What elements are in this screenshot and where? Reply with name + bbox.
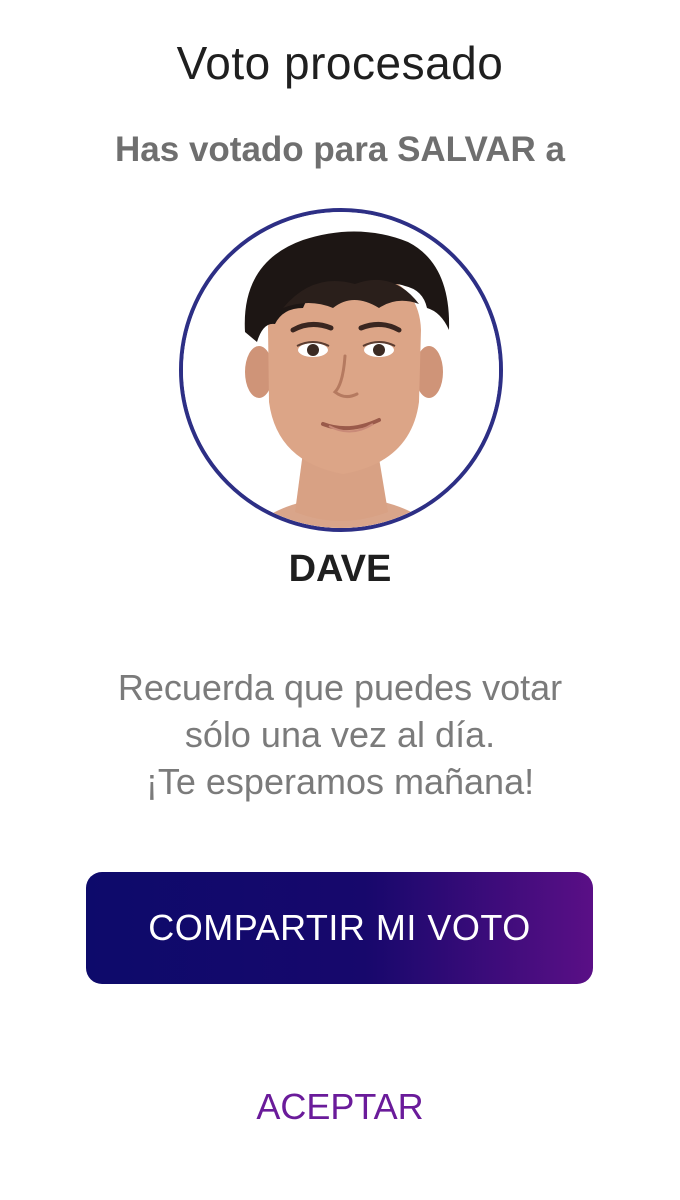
reminder-line: sólo una vez al día. — [184, 714, 496, 755]
vote-reminder-text: Recuerda que puedes votar sólo una vez a… — [0, 664, 680, 805]
vote-confirmation-screen: Voto procesado Has votado para SALVAR a — [0, 0, 680, 1200]
candidate-photo — [183, 212, 499, 528]
accept-button[interactable]: ACEPTAR — [0, 1086, 680, 1128]
vote-subtitle: Has votado para SALVAR a — [115, 130, 565, 169]
reminder-line: Recuerda que puedes votar — [117, 667, 563, 708]
share-vote-button[interactable]: COMPARTIR MI VOTO — [86, 872, 593, 984]
candidate-avatar — [179, 208, 503, 532]
page-title: Voto procesado — [176, 37, 504, 89]
reminder-line: ¡Te esperamos mañana! — [145, 761, 535, 802]
candidate-name: DAVE — [288, 548, 392, 590]
